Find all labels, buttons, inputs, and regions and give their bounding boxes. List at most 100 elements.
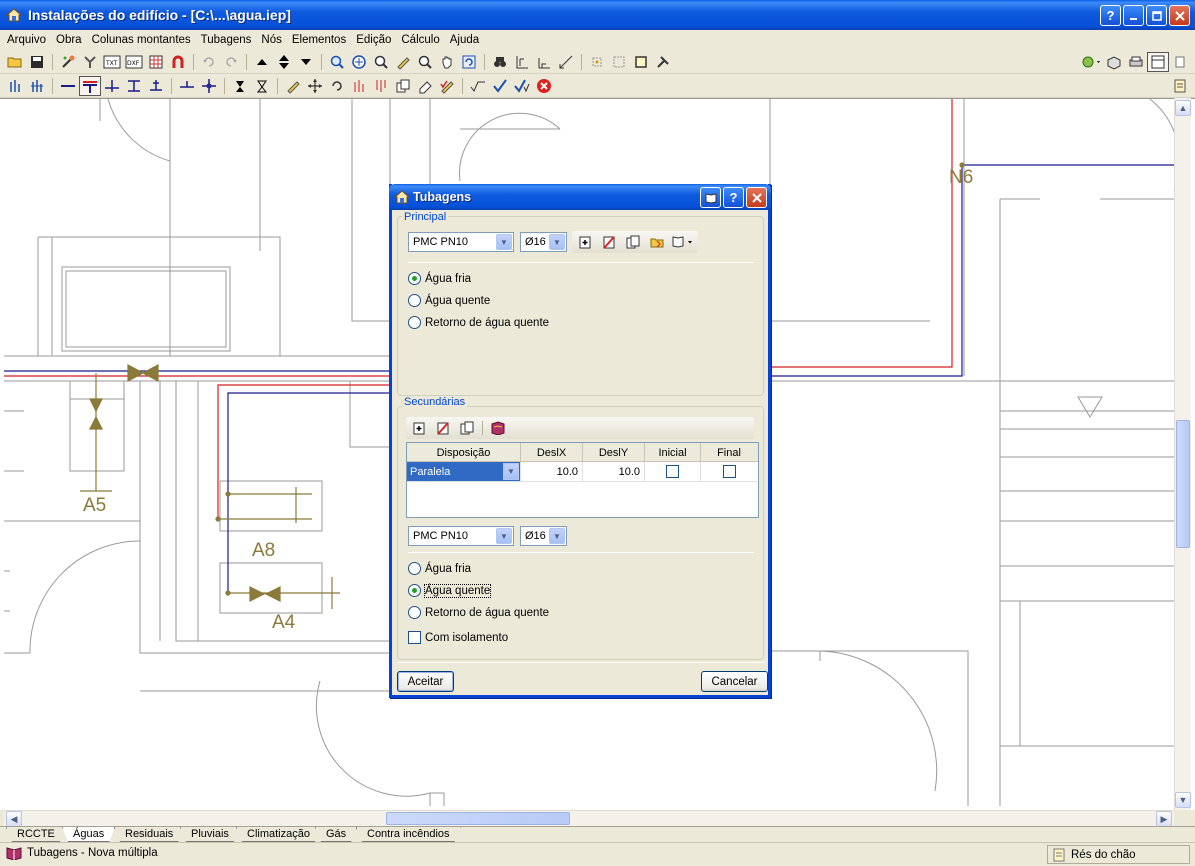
inicial-checkbox[interactable] bbox=[666, 465, 679, 478]
dialog-help-button[interactable]: ? bbox=[723, 187, 744, 208]
column-header-final[interactable]: Final bbox=[701, 443, 757, 462]
menu-nos[interactable]: Nós bbox=[256, 34, 286, 46]
principal-copy-button[interactable] bbox=[622, 232, 644, 252]
tab-aguas[interactable]: Águas bbox=[62, 827, 115, 842]
disposicao-cell[interactable]: Paralela ▼ bbox=[407, 462, 521, 482]
save-button[interactable] bbox=[26, 52, 48, 72]
layout-button[interactable] bbox=[1147, 52, 1169, 72]
aceitar-button[interactable]: Aceitar bbox=[397, 671, 454, 692]
menu-arquivo[interactable]: Arquivo bbox=[2, 34, 51, 46]
move-button[interactable] bbox=[304, 76, 326, 96]
horizontal-scrollbar[interactable]: ◀ ▶ bbox=[4, 810, 1174, 827]
magnet-button[interactable] bbox=[167, 52, 189, 72]
copy-up-button[interactable] bbox=[348, 76, 370, 96]
multi-pipe-button[interactable] bbox=[79, 75, 101, 96]
column-header-deslx[interactable]: DeslX bbox=[521, 443, 583, 462]
snap-button[interactable] bbox=[586, 52, 608, 72]
copy-button[interactable] bbox=[392, 76, 414, 96]
tab-climatizacao[interactable]: Climatização bbox=[236, 827, 321, 842]
zoom-all-button[interactable] bbox=[348, 52, 370, 72]
zoom-scale-button[interactable] bbox=[370, 52, 392, 72]
stop-button[interactable] bbox=[533, 76, 555, 96]
principal-delete-button[interactable] bbox=[598, 232, 620, 252]
verify-all-button[interactable] bbox=[511, 76, 533, 96]
final-cell[interactable] bbox=[701, 462, 757, 482]
menu-calculo[interactable]: Cálculo bbox=[396, 34, 444, 46]
principal-material-select[interactable]: PMC PN10 ▼ bbox=[408, 232, 514, 252]
valve-button[interactable] bbox=[229, 76, 251, 96]
vertical-scrollbar[interactable]: ▲ ▼ bbox=[1174, 98, 1191, 810]
principal-library-button[interactable] bbox=[670, 232, 696, 252]
zoom-previous-button[interactable] bbox=[414, 52, 436, 72]
secundarias-copy-button[interactable] bbox=[456, 418, 478, 438]
view-3d-button[interactable] bbox=[1103, 52, 1125, 72]
floor-indicator[interactable]: Rés do chão bbox=[1047, 845, 1190, 864]
secundarias-material-select[interactable]: PMC PN10 ▼ bbox=[408, 526, 514, 546]
minimize-button[interactable] bbox=[1123, 5, 1144, 26]
dialog-manual-button[interactable] bbox=[700, 187, 721, 208]
menu-ajuda[interactable]: Ajuda bbox=[445, 34, 484, 46]
menu-elementos[interactable]: Elementos bbox=[287, 34, 351, 46]
tab-residuais[interactable]: Residuais bbox=[114, 827, 184, 842]
close-button[interactable] bbox=[1169, 5, 1190, 26]
node-button[interactable] bbox=[176, 76, 198, 96]
layers-button[interactable] bbox=[630, 52, 652, 72]
scroll-down-button[interactable]: ▼ bbox=[1175, 792, 1191, 808]
tab-gas[interactable]: Gás bbox=[315, 827, 357, 842]
column-up-button[interactable] bbox=[4, 76, 26, 96]
report-button[interactable] bbox=[1169, 76, 1191, 96]
open-button[interactable] bbox=[4, 52, 26, 72]
menu-obra[interactable]: Obra bbox=[51, 34, 87, 46]
desly-cell[interactable]: 10.0 bbox=[583, 462, 645, 482]
secundarias-delete-button[interactable] bbox=[432, 418, 454, 438]
secundarias-radio-retorno[interactable]: Retorno de água quente bbox=[408, 606, 549, 619]
deslx-cell[interactable]: 10.0 bbox=[521, 462, 583, 482]
node-move-button[interactable] bbox=[198, 76, 220, 96]
angle-button[interactable] bbox=[533, 52, 555, 72]
secundarias-new-button[interactable] bbox=[408, 418, 430, 438]
secundarias-diameter-select[interactable]: Ø16 ▼ bbox=[520, 526, 567, 546]
tab-pluviais[interactable]: Pluviais bbox=[180, 827, 240, 842]
check-button[interactable] bbox=[489, 76, 511, 96]
principal-radio-agua-quente[interactable]: Água quente bbox=[408, 294, 490, 307]
principal-radio-retorno[interactable]: Retorno de água quente bbox=[408, 316, 549, 329]
redo-button[interactable] bbox=[220, 52, 242, 72]
tools-button[interactable] bbox=[652, 52, 674, 72]
pipe-cross-button[interactable] bbox=[101, 76, 123, 96]
secundarias-radio-agua-quente[interactable]: Água quente bbox=[408, 583, 492, 598]
check-pencil-button[interactable] bbox=[436, 76, 458, 96]
column-header-inicial[interactable]: Inicial bbox=[645, 443, 701, 462]
rotate-button[interactable] bbox=[326, 76, 348, 96]
tab-rccte[interactable]: RCCTE bbox=[6, 827, 66, 842]
menu-colunas-montantes[interactable]: Colunas montantes bbox=[87, 34, 196, 46]
find-button[interactable] bbox=[489, 52, 511, 72]
copy-down-button[interactable] bbox=[370, 76, 392, 96]
vertical-scroll-thumb[interactable] bbox=[1176, 420, 1190, 548]
principal-diameter-select[interactable]: Ø16 ▼ bbox=[520, 232, 567, 252]
principal-new-button[interactable] bbox=[574, 232, 596, 252]
pipe-tee-button[interactable] bbox=[123, 76, 145, 96]
text-button[interactable]: TXT bbox=[101, 52, 123, 72]
valve-edit-button[interactable] bbox=[251, 76, 273, 96]
secundarias-library-button[interactable] bbox=[487, 418, 509, 438]
horizontal-scroll-thumb[interactable] bbox=[386, 812, 570, 825]
inicial-cell[interactable] bbox=[645, 462, 701, 482]
table-row[interactable]: Paralela ▼ 10.0 10.0 bbox=[407, 462, 757, 482]
grid-button[interactable] bbox=[145, 52, 167, 72]
dialog-close-button[interactable] bbox=[746, 187, 767, 208]
maximize-button[interactable] bbox=[1146, 5, 1167, 26]
measure-button[interactable] bbox=[555, 52, 577, 72]
pipe-split-button[interactable] bbox=[145, 76, 167, 96]
snap-grid-button[interactable] bbox=[608, 52, 630, 72]
help-button[interactable]: ? bbox=[1100, 5, 1121, 26]
globe-button[interactable] bbox=[1081, 52, 1103, 72]
dimension-button[interactable] bbox=[511, 52, 533, 72]
principal-radio-agua-fria[interactable]: Água fria bbox=[408, 272, 471, 285]
column-edit-button[interactable] bbox=[26, 76, 48, 96]
templates-button[interactable] bbox=[79, 52, 101, 72]
redraw-button[interactable] bbox=[458, 52, 480, 72]
pipe-button[interactable] bbox=[57, 76, 79, 96]
verify-button[interactable] bbox=[467, 76, 489, 96]
print-button[interactable] bbox=[1125, 52, 1147, 72]
edit-button[interactable] bbox=[282, 76, 304, 96]
